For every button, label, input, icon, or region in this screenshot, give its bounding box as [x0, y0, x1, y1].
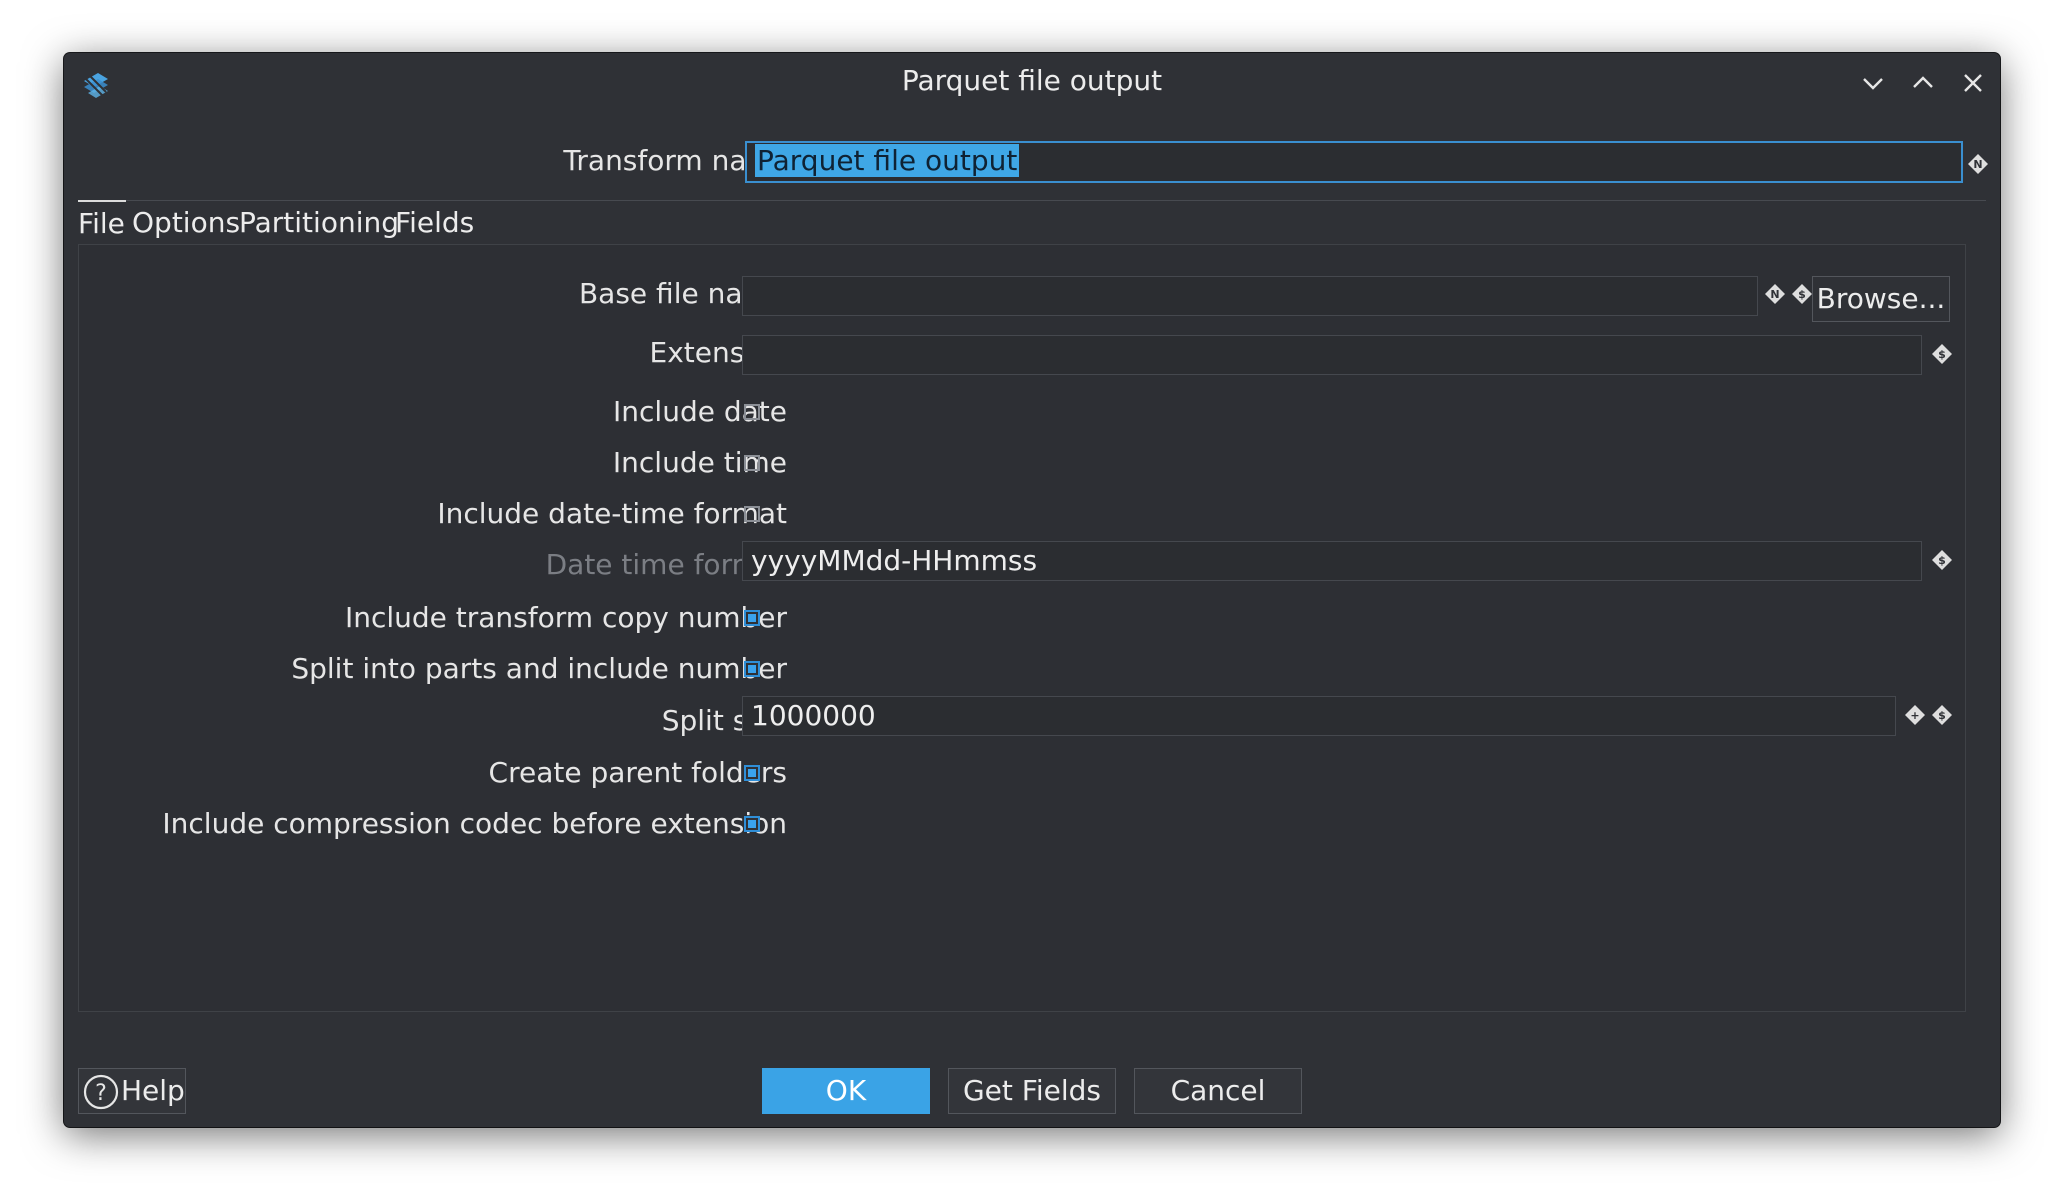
base-file-name-input[interactable]: [742, 276, 1758, 316]
title-bar: Parquet file output: [64, 53, 2000, 113]
split-parts-label: Split into parts and include number: [291, 652, 787, 685]
tab-options[interactable]: Options: [132, 200, 240, 246]
include-codec-checkbox[interactable]: [744, 816, 760, 832]
dollar-variable-icon[interactable]: $: [1931, 700, 1953, 725]
variable-icon[interactable]: N: [1764, 279, 1786, 304]
date-time-format-label: Date time format: [545, 548, 787, 581]
transform-name-label: Transform name: [563, 144, 791, 177]
help-button[interactable]: ? Help: [78, 1068, 186, 1114]
svg-text:$: $: [1798, 288, 1806, 301]
include-time-label: Include time: [612, 446, 787, 479]
transform-name-input[interactable]: Parquet file output: [745, 141, 1963, 183]
tab-partitioning[interactable]: Partitioning: [239, 200, 399, 246]
svg-text:+: +: [1910, 709, 1919, 722]
dialog-window: Parquet file output Transform name Parqu…: [64, 53, 2000, 1127]
include-date-checkbox[interactable]: [744, 404, 760, 420]
close-icon[interactable]: [1955, 65, 1991, 101]
extension-input[interactable]: [742, 335, 1922, 375]
create-parent-folders-checkbox[interactable]: [744, 765, 760, 781]
split-size-label: Split size: [661, 704, 787, 737]
extension-label: Extension: [649, 336, 787, 369]
split-size-input[interactable]: 1000000: [742, 696, 1896, 736]
include-datetime-format-checkbox[interactable]: [744, 506, 760, 522]
include-codec-label: Include compression codec before extensi…: [162, 807, 787, 840]
svg-text:N: N: [1973, 158, 1982, 171]
include-copy-number-label: Include transform copy number: [344, 601, 787, 634]
date-time-format-input[interactable]: yyyyMMdd-HHmmss: [742, 541, 1922, 581]
include-time-checkbox[interactable]: [744, 455, 760, 471]
tab-fields[interactable]: Fields: [395, 200, 474, 246]
variable-icon[interactable]: N: [1967, 149, 1989, 174]
base-file-name-label: Base file name: [578, 277, 787, 310]
minimize-icon[interactable]: [1855, 65, 1891, 101]
cancel-button[interactable]: Cancel: [1134, 1068, 1302, 1114]
help-icon: ?: [83, 1074, 119, 1110]
include-datetime-format-label: Include date-time format: [437, 497, 787, 530]
create-parent-folders-label: Create parent folders: [488, 756, 787, 789]
svg-text:?: ?: [95, 1081, 107, 1106]
split-parts-checkbox[interactable]: [744, 661, 760, 677]
help-label: Help: [121, 1074, 185, 1107]
svg-text:$: $: [1938, 554, 1946, 567]
tab-file[interactable]: File: [78, 200, 126, 248]
svg-text:N: N: [1770, 288, 1779, 301]
dollar-variable-icon[interactable]: $: [1931, 339, 1953, 364]
get-fields-button[interactable]: Get Fields: [948, 1068, 1116, 1114]
maximize-icon[interactable]: [1905, 65, 1941, 101]
dollar-variable-icon[interactable]: $: [1931, 545, 1953, 570]
variable-icon[interactable]: +: [1904, 700, 1926, 725]
svg-text:$: $: [1938, 348, 1946, 361]
include-date-label: Include date: [613, 395, 787, 428]
browse-button[interactable]: Browse...: [1812, 276, 1950, 322]
include-copy-number-checkbox[interactable]: [744, 610, 760, 626]
dollar-variable-icon[interactable]: $: [1791, 279, 1813, 304]
transform-name-value: Parquet file output: [755, 144, 1020, 177]
window-title: Parquet file output: [901, 64, 1163, 97]
svg-text:$: $: [1938, 709, 1946, 722]
ok-button[interactable]: OK: [762, 1068, 930, 1114]
